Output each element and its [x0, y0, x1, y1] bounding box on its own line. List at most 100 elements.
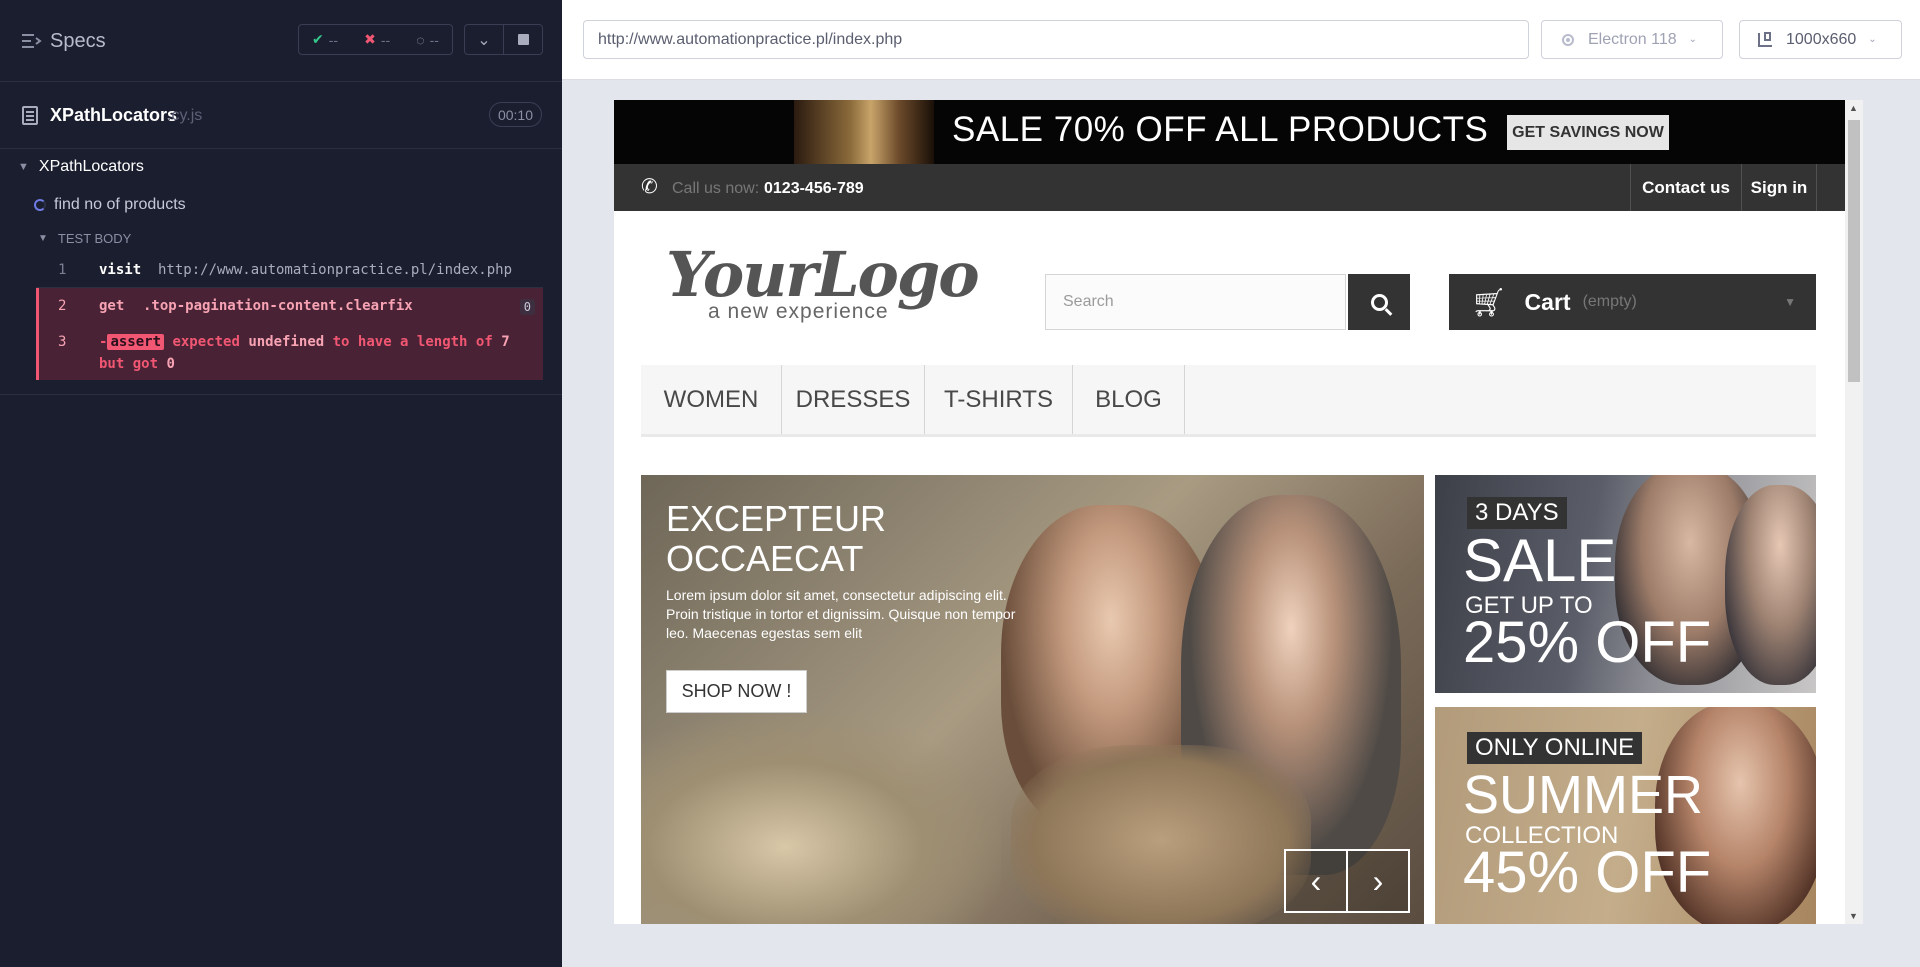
url-field[interactable]: http://www.automationpractice.pl/index.p…: [583, 20, 1529, 59]
test-title[interactable]: find no of products: [34, 196, 186, 214]
chevron-down-icon: ▼: [38, 233, 48, 244]
scroll-up-icon[interactable]: ▲: [1849, 103, 1858, 113]
divider: [0, 394, 562, 395]
iframe-scrollbar[interactable]: ▲ ▼: [1845, 100, 1863, 924]
file-icon: [22, 106, 38, 125]
aut-iframe: SALE 70% OFF ALL PRODUCTS GET SAVINGS NO…: [614, 100, 1863, 924]
promo-badge: ONLY ONLINE: [1467, 732, 1643, 764]
command-row[interactable]: 1 visit http://www.automationpractice.pl…: [36, 253, 543, 288]
menu-item-dresses[interactable]: DRESSES: [782, 365, 925, 434]
reporter-panel: Specs ✔ -- ✖ -- ◌ -- ⌄ XPathLocators .cy.js…: [0, 0, 562, 967]
call-label: Call us now:: [672, 180, 760, 197]
gear-icon: [1562, 33, 1574, 46]
chevron-down-icon: ⌄: [1868, 34, 1877, 45]
app-under-test-panel: http://www.automationpractice.pl/index.p…: [562, 0, 1920, 967]
slide-photo-scarf: [1011, 745, 1311, 924]
phone-icon: ✆: [641, 176, 658, 198]
top-banner[interactable]: SALE 70% OFF ALL PRODUCTS GET SAVINGS NO…: [614, 100, 1845, 164]
chevron-left-icon[interactable]: ‹: [1284, 849, 1348, 913]
command-number: 1: [58, 262, 67, 278]
duration-badge: 00:10: [489, 102, 542, 127]
failed-stat: ✖ --: [364, 31, 390, 48]
viewport-select[interactable]: 1000x660 ⌄: [1739, 20, 1902, 59]
promo-headline: SUMMER: [1463, 765, 1703, 825]
check-icon: ✔: [312, 31, 324, 47]
passed-stat: ✔ --: [312, 31, 338, 48]
banner-model-image: [794, 100, 934, 164]
search-button[interactable]: [1348, 274, 1410, 330]
phone-number: 0123-456-789: [764, 180, 864, 197]
run-controls: ⌄: [464, 24, 543, 55]
promo-photo-woman: [1725, 485, 1816, 685]
command-number: 3: [58, 334, 67, 350]
specs-header: Specs ✔ -- ✖ -- ◌ -- ⌄: [0, 0, 562, 82]
cart-label: Cart: [1524, 288, 1571, 315]
running-spinner-icon: [34, 199, 46, 211]
menu-item-blog[interactable]: BLOG: [1073, 365, 1185, 434]
menu-item-women[interactable]: WOMEN: [641, 365, 782, 434]
suite-name: XPathLocators: [38, 158, 144, 175]
banner-text: SALE 70% OFF ALL PRODUCTS: [952, 110, 1489, 149]
spec-file-name[interactable]: XPathLocators: [50, 105, 177, 126]
chevron-down-icon: ▼: [1784, 295, 1796, 309]
command-name: visit: [99, 262, 142, 278]
cart-block[interactable]: 🛒︎ Cart (empty) ▼: [1449, 274, 1816, 330]
cart-icon: 🛒︎: [1471, 286, 1507, 318]
menu-item-tshirts[interactable]: T-SHIRTS: [925, 365, 1073, 434]
command-row-failed[interactable]: 2 get .top-pagination-content.clearfix 0: [36, 288, 543, 324]
specs-title[interactable]: Specs: [50, 30, 106, 53]
assert-value: 7: [501, 334, 510, 350]
suite-title[interactable]: ▼ XPathLocators: [18, 158, 144, 176]
failed-count: --: [380, 31, 391, 48]
spec-file-ext: .cy.js: [167, 107, 203, 124]
pending-stat: ◌ --: [416, 32, 439, 48]
header-nav: ✆ Call us now: 0123-456-789 Contact us S…: [614, 164, 1845, 211]
browser-name: Electron 118: [1588, 30, 1677, 48]
slide-text: Lorem ipsum dolor sit amet, consectetur …: [666, 587, 1016, 641]
contact-us-link[interactable]: Contact us: [1630, 164, 1742, 211]
viewport-icon: [1758, 31, 1772, 47]
test-body-label: TEST BODY: [57, 231, 132, 246]
promo-badge: 3 DAYS: [1467, 497, 1567, 529]
test-stats: ✔ -- ✖ -- ◌ --: [298, 24, 453, 55]
sign-in-link[interactable]: Sign in: [1742, 164, 1817, 211]
shop-now-button[interactable]: SHOP NOW !: [666, 670, 807, 713]
get-savings-button[interactable]: GET SAVINGS NOW: [1507, 115, 1669, 150]
viewport-size: 1000x660: [1786, 30, 1857, 48]
scroll-thumb[interactable]: [1848, 120, 1860, 382]
scroll-down-icon[interactable]: ▼: [1849, 911, 1858, 921]
promo-headline: SALE: [1463, 527, 1617, 594]
promo-banner-summer[interactable]: ONLY ONLINE SUMMER COLLECTION 45% OFF: [1435, 707, 1816, 924]
stop-button[interactable]: [504, 25, 542, 54]
assert-tag: assert: [107, 334, 165, 350]
browser-select[interactable]: Electron 118 ⌄: [1541, 20, 1723, 59]
slide-title: EXCEPTEUR OCCAECAT: [666, 498, 887, 579]
homepage-slider: EXCEPTEUR OCCAECAT Lorem ipsum dolor sit…: [641, 475, 1424, 924]
site-logo[interactable]: YourLogo a new experience: [664, 238, 980, 328]
command-row-assert-failed[interactable]: 3 - assert expected undefined to have a l…: [36, 324, 543, 380]
promo-discount: 25% OFF: [1463, 610, 1712, 675]
x-icon: ✖: [364, 31, 376, 47]
slide-photo-flowers: [641, 715, 1001, 924]
test-body-header[interactable]: ▼ TEST BODY: [38, 231, 131, 246]
promo-discount: 45% OFF: [1463, 840, 1712, 905]
chevron-down-icon: ⌄: [1688, 34, 1698, 45]
promo-banner-sale[interactable]: 3 DAYS SALE GET UP TO 25% OFF: [1435, 475, 1816, 693]
chevron-right-icon[interactable]: ›: [1346, 849, 1410, 913]
search-icon: [1370, 293, 1388, 311]
element-count-badge: 0: [519, 299, 535, 315]
assert-value: 0: [166, 356, 175, 372]
command-number: 2: [58, 298, 67, 314]
spinner-icon: ◌: [416, 31, 425, 48]
assertion-message: - assert expected undefined to have a len…: [99, 331, 529, 375]
cart-status: (empty): [1582, 293, 1637, 310]
chevron-down-icon[interactable]: ⌄: [465, 25, 504, 54]
command-message: http://www.automationpractice.pl/index.p…: [158, 262, 513, 278]
chevron-down-icon: ▼: [18, 161, 29, 173]
command-message: .top-pagination-content.clearfix: [143, 298, 413, 314]
specs-list-icon[interactable]: [22, 33, 42, 49]
passed-count: --: [328, 31, 339, 48]
aut-header: http://www.automationpractice.pl/index.p…: [562, 0, 1920, 80]
command-name: get: [99, 298, 125, 314]
search-input[interactable]: Search: [1045, 274, 1346, 330]
